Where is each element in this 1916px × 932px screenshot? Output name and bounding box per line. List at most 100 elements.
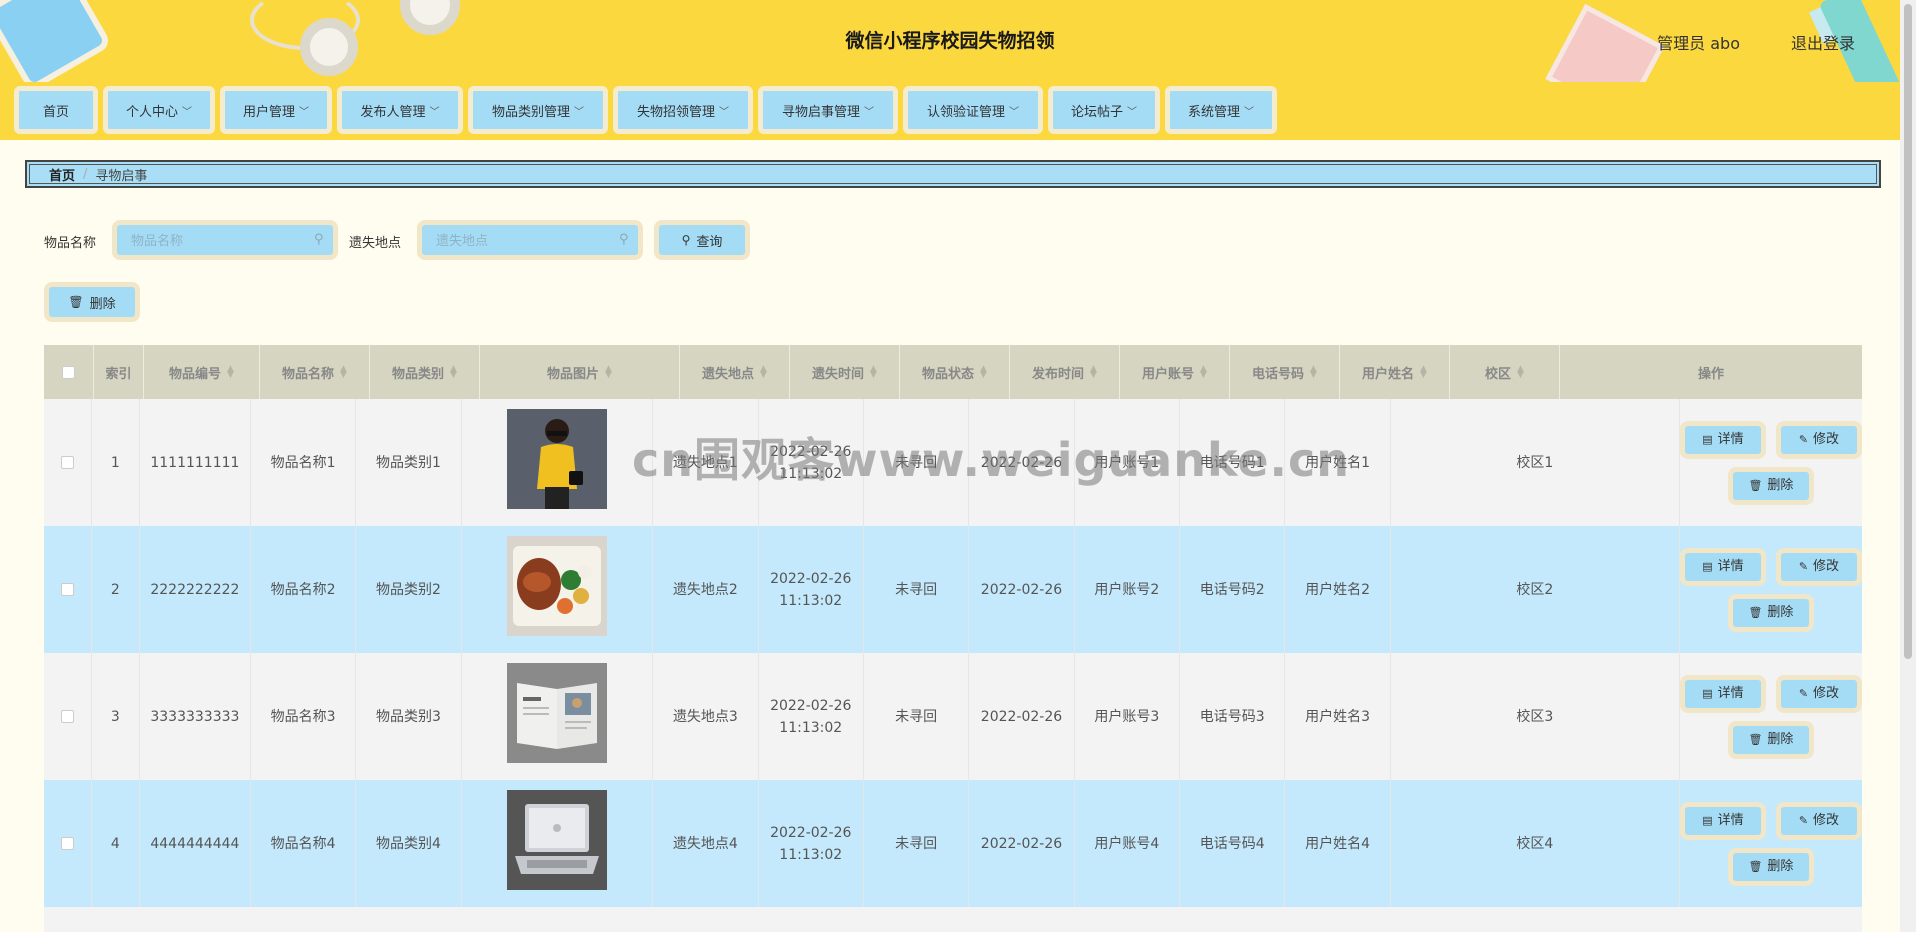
account-cell: 用户账号3 <box>1075 653 1181 780</box>
delete-button[interactable]: 🗑 删除 <box>1727 720 1814 759</box>
status-cell: 未寻回 <box>864 399 970 526</box>
logout-link[interactable]: 退出登录 <box>1791 30 1855 54</box>
item-category: 物品类别2 <box>376 581 441 598</box>
index-cell: 2 <box>92 526 140 653</box>
sort-icon[interactable]: ▲ ▼ <box>605 365 612 380</box>
table-row: 2 2222222222 物品名称2 物品类别2 遗失地点2 2022-02-26 11:1… <box>44 526 1862 653</box>
column-header[interactable]: 用户账号 ▲ ▼ <box>1120 345 1230 399</box>
item-image[interactable] <box>506 790 607 897</box>
batch-delete-button[interactable]: 🗑 删除 <box>44 282 140 322</box>
edit-button-label: 修改 <box>1813 685 1840 701</box>
sort-icon[interactable]: ▲ ▼ <box>227 365 234 380</box>
column-header[interactable]: 物品图片 ▲ ▼ <box>480 345 680 399</box>
column-header[interactable]: 物品类别 ▲ ▼ <box>370 345 480 399</box>
column-header-label: 物品类别 <box>392 366 445 382</box>
select-all-checkbox[interactable] <box>62 365 75 379</box>
search-icon: ⚲ <box>314 232 324 247</box>
column-header[interactable]: 校区 ▲ ▼ <box>1450 345 1560 399</box>
sort-icon[interactable]: ▲ ▼ <box>1517 365 1524 380</box>
nav-item-category-management[interactable]: 物品类别管理 ﹀ <box>468 86 608 134</box>
publish-time-cell: 2022-02-26 <box>969 653 1075 780</box>
sort-icon[interactable]: ▲ ▼ <box>870 365 877 380</box>
row-checkbox[interactable] <box>60 710 74 723</box>
app-title: 微信小程序校园失物招领 <box>845 30 1055 52</box>
scrollbar-thumb[interactable] <box>1904 4 1912 659</box>
sort-icon[interactable]: ▲ ▼ <box>450 365 457 380</box>
publish-time-cell: 2022-02-26 <box>969 526 1075 653</box>
sort-icon[interactable]: ▲ ▼ <box>340 365 347 380</box>
row-checkbox[interactable] <box>60 583 74 596</box>
column-header-label: 发布时间 <box>1032 366 1085 382</box>
campus: 校区4 <box>1516 835 1554 852</box>
lost-time: 11:13:02 <box>779 465 843 482</box>
delete-button[interactable]: 🗑 删除 <box>1727 466 1814 505</box>
item-image[interactable] <box>506 536 607 643</box>
row-checkbox[interactable] <box>60 456 74 469</box>
nav-item-home[interactable]: 首页 <box>14 86 98 134</box>
edit-button-label: 修改 <box>1813 558 1840 574</box>
detail-button[interactable]: ▤ 详情 <box>1679 547 1766 586</box>
row-index: 2 <box>110 581 120 598</box>
lost-place-search-input[interactable] <box>417 220 643 260</box>
lost-place-cell: 遗失地点2 <box>653 526 759 653</box>
nav-item-claim-verify-management[interactable]: 认领验证管理 ﹀ <box>903 86 1043 134</box>
sort-icon[interactable]: ▲ ▼ <box>1310 365 1317 380</box>
lost-place-label: 遗失地点 <box>349 236 402 251</box>
row-checkbox[interactable] <box>60 837 74 850</box>
item-image[interactable] <box>506 663 607 770</box>
breadcrumb-home[interactable]: 首页 <box>49 165 75 184</box>
sort-icon[interactable]: ▲ ▼ <box>1090 365 1097 380</box>
operations-cell: ▤ 详情 ✎ 修改 🗑 删除 <box>1679 526 1862 653</box>
edit-button[interactable]: ✎ 修改 <box>1775 420 1862 459</box>
query-button[interactable]: ⚲ 查询 <box>654 220 750 260</box>
nav-item-found-management[interactable]: 失物招领管理 ﹀ <box>613 86 753 134</box>
page-scrollbar[interactable] <box>1900 0 1916 932</box>
nav-item-user-management[interactable]: 用户管理 ﹀ <box>220 86 332 134</box>
item-name-search-input[interactable] <box>112 220 338 260</box>
column-header[interactable]: 电话号码 ▲ ▼ <box>1230 345 1340 399</box>
sort-icon[interactable]: ▲ ▼ <box>1200 365 1207 380</box>
column-header: 操作 <box>1560 345 1862 399</box>
column-header[interactable]: 物品状态 ▲ ▼ <box>900 345 1010 399</box>
delete-button[interactable]: 🗑 删除 <box>1727 593 1814 632</box>
column-header[interactable]: 用户姓名 ▲ ▼ <box>1340 345 1450 399</box>
lost-date: 2022-02-26 <box>770 824 852 841</box>
nav-item-system-management[interactable]: 系统管理 ﹀ <box>1165 86 1277 134</box>
lost-place: 遗失地点4 <box>672 835 738 852</box>
nav-item-personal-center[interactable]: 个人中心 ﹀ <box>103 86 215 134</box>
sort-icon[interactable]: ▲ ▼ <box>1420 365 1427 380</box>
edit-button[interactable]: ✎ 修改 <box>1775 801 1862 840</box>
nav-item-forum-posts[interactable]: 论坛帖子 ﹀ <box>1048 86 1160 134</box>
column-header[interactable]: 物品编号 ▲ ▼ <box>144 345 260 399</box>
search-icon: ⚲ <box>681 233 691 247</box>
nav-item-label: 失物招领管理 <box>636 104 715 120</box>
item-status: 未寻回 <box>895 708 938 725</box>
admin-user-label: 管理员 abo <box>1657 34 1740 53</box>
row-index: 4 <box>110 835 120 852</box>
item-code-cell: 2222222222 <box>140 526 251 653</box>
item-category: 物品类别3 <box>376 708 441 725</box>
row-select-cell <box>44 526 92 653</box>
column-header[interactable]: 发布时间 ▲ ▼ <box>1010 345 1120 399</box>
sort-icon[interactable]: ▲ ▼ <box>760 365 767 380</box>
detail-button[interactable]: ▤ 详情 <box>1679 674 1766 713</box>
sort-icon[interactable]: ▲ ▼ <box>980 365 987 380</box>
delete-button[interactable]: 🗑 删除 <box>1727 847 1814 886</box>
publish-time: 2022-02-26 <box>980 581 1063 598</box>
item-image[interactable] <box>506 409 607 516</box>
nav-item-lost-notice-management[interactable]: 寻物启事管理 ﹀ <box>758 86 898 134</box>
publish-time: 2022-02-26 <box>980 708 1063 725</box>
edit-icon: ✎ <box>1798 559 1809 573</box>
edit-button[interactable]: ✎ 修改 <box>1775 674 1862 713</box>
detail-button[interactable]: ▤ 详情 <box>1679 420 1766 459</box>
chevron-down-icon: ﹀ <box>429 106 440 118</box>
user-name: 用户姓名2 <box>1305 581 1371 598</box>
column-header[interactable]: 遗失地点 ▲ ▼ <box>680 345 790 399</box>
detail-button[interactable]: ▤ 详情 <box>1679 801 1766 840</box>
lost-time-cell: 2022-02-26 11:13:02 <box>759 399 864 526</box>
nav-item-publisher-management[interactable]: 发布人管理 ﹀ <box>337 86 463 134</box>
edit-button[interactable]: ✎ 修改 <box>1775 547 1862 586</box>
column-header[interactable]: 物品名称 ▲ ▼ <box>260 345 370 399</box>
campus-cell: 校区2 <box>1391 526 1680 653</box>
column-header[interactable]: 遗失时间 ▲ ▼ <box>790 345 900 399</box>
